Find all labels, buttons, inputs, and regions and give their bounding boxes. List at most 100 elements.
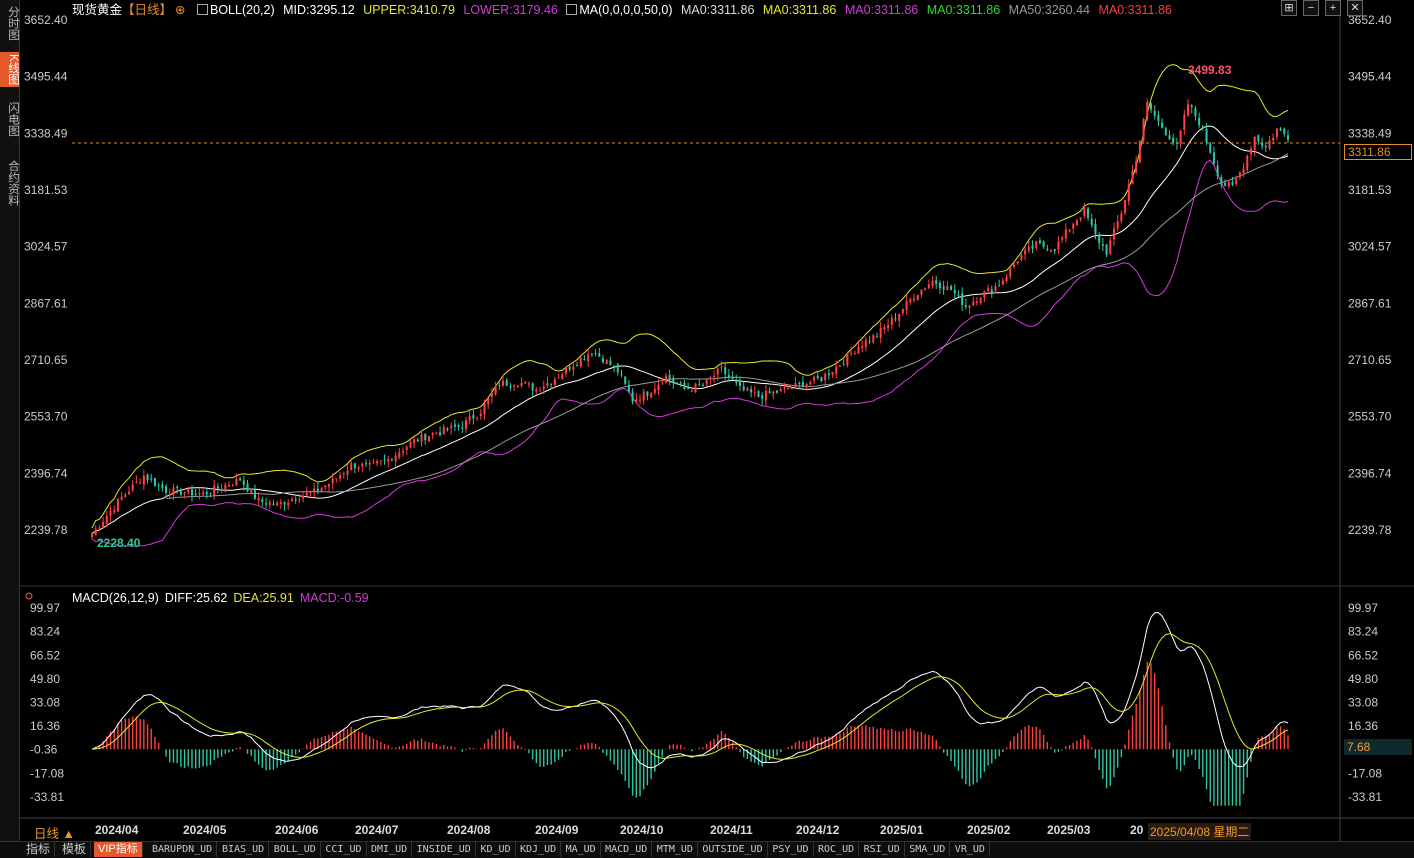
candle-body (783, 387, 786, 389)
candle-body (120, 496, 123, 500)
candle-body (842, 363, 845, 365)
time-axis-label: 2025/02 (967, 823, 1011, 837)
time-axis-label: 2024/05 (183, 823, 227, 837)
indicator-tab-11[interactable]: MA_UD (562, 842, 601, 857)
candle-body (901, 308, 904, 314)
period-tag: 【日线】 (122, 3, 173, 17)
time-axis-label: 2024/12 (796, 823, 840, 837)
candle-body (961, 293, 964, 306)
price-axis-label: 3338.49 (1348, 126, 1392, 140)
indicator-tab-7[interactable]: DMI_UD (367, 842, 413, 857)
macd-header: MACD(26,12,9) DIFF:25.62 DEA:25.91 MACD:-0.… (72, 590, 375, 606)
left-tab-3[interactable]: 合约资料 (0, 158, 19, 208)
time-axis-label: 2025/03 (1047, 823, 1091, 837)
candle-body (1024, 250, 1027, 255)
indicator-tab-4[interactable]: BIAS_UD (218, 842, 270, 857)
candle-body (1046, 248, 1049, 251)
chart-area[interactable]: 3652.40 3652.40 3495.44 3495.44 3338.49 3338.… (20, 0, 1414, 843)
candle-body (168, 494, 171, 496)
candle-body (179, 489, 182, 495)
left-tab-bar: 分时图 K线图闪电图合约资料 (0, 0, 20, 857)
candle-body (601, 358, 605, 363)
indicator-tab-14[interactable]: OUTSIDE_UD (698, 842, 768, 857)
indicator-tab-1[interactable]: 模板 (58, 842, 92, 857)
indicator-tab-15[interactable]: PSY_UD (768, 842, 814, 857)
candle-body (879, 328, 882, 338)
time-axis-label: 20 (1130, 823, 1144, 837)
candle-body (1194, 108, 1197, 117)
indicator-tab-13[interactable]: MTM_UD (653, 842, 698, 857)
candle-body (661, 383, 664, 385)
price-axis-label: 3024.57 (1348, 240, 1392, 254)
period-selector[interactable]: 日线 ▲ (34, 823, 75, 842)
indicator-tab-12[interactable]: MACD_UD (601, 842, 653, 857)
candle-body (713, 376, 716, 378)
indicator-tab-9[interactable]: KD_UD (477, 842, 516, 857)
indicator-tab-16[interactable]: ROC_UD (814, 842, 860, 857)
candle-body (331, 478, 334, 484)
boll-icon[interactable] (197, 4, 208, 15)
candle-body (824, 373, 827, 381)
candle-body (835, 366, 838, 374)
left-tab-0[interactable]: 分时图 (0, 4, 19, 43)
candle-body (498, 385, 501, 387)
left-tab-2[interactable]: 闪电图 (0, 100, 19, 139)
candle-body (716, 368, 719, 375)
indicator-tab-2[interactable]: VIP指标 (94, 842, 143, 857)
indicator-tab-3[interactable]: BARUPDN_UD (148, 842, 218, 857)
candle-body (1087, 208, 1090, 218)
candle-body (1201, 126, 1204, 129)
ma-icon[interactable] (566, 4, 578, 15)
close-icon[interactable]: ✕ (1347, 0, 1363, 16)
candle-body (364, 463, 368, 465)
macd-axis-label-left: 99.97 (30, 601, 60, 615)
candle-body (746, 388, 749, 391)
candle-body (194, 493, 197, 495)
candle-body (239, 478, 242, 481)
candle-body (557, 377, 560, 379)
ma-item-0: MA0:3311.86 (680, 3, 755, 17)
candle-body (1053, 249, 1056, 252)
indicator-settings-icon[interactable] (25, 592, 33, 600)
candle-body (553, 379, 556, 385)
candle-body (390, 459, 393, 461)
price-axis-label-left: 2396.74 (24, 466, 68, 480)
candle-body (820, 376, 823, 382)
candle-body (864, 340, 867, 347)
candle-body (805, 383, 808, 388)
chart-svg[interactable]: 3652.403652.403495.443495.443338.493338.… (20, 0, 1414, 843)
indicator-tab-17[interactable]: RSI_UD (860, 842, 905, 857)
indicator-tab-18[interactable]: SMA_UD (905, 842, 951, 857)
candle-body (176, 487, 179, 489)
candle-body (831, 372, 834, 375)
candle-body (568, 366, 571, 370)
candle-body (116, 498, 119, 512)
layout-icon[interactable]: ⊞ (1281, 0, 1297, 16)
indicator-tab-6[interactable]: CCI_UD (321, 842, 367, 857)
indicator-tab-19[interactable]: VR_UD (951, 842, 990, 857)
candle-body (546, 382, 549, 387)
candle-body (1142, 119, 1145, 140)
candle-body (524, 382, 527, 384)
candle-body (494, 386, 497, 395)
candle-body (324, 485, 327, 488)
zoom-out-icon[interactable]: − (1303, 0, 1319, 16)
candle-body (772, 391, 775, 394)
indicator-tab-10[interactable]: KDJ_UD (516, 842, 562, 857)
indicator-tab-0[interactable]: 指标 (22, 842, 56, 857)
left-tab-1[interactable]: K线图 (0, 52, 19, 87)
candle-body (335, 478, 338, 480)
candle-body (539, 390, 542, 392)
candle-body (202, 492, 205, 495)
candle-body (265, 503, 268, 505)
indicator-tab-8[interactable]: INSIDE_UD (413, 842, 476, 857)
candle-body (875, 336, 879, 338)
candle-body (1286, 135, 1290, 140)
candle-body (598, 353, 601, 357)
candle-body (905, 300, 908, 311)
plus-icon[interactable]: ⊕ (175, 3, 185, 17)
candle-body (102, 522, 105, 528)
zoom-in-icon[interactable]: + (1325, 0, 1341, 16)
indicator-tab-5[interactable]: BOLL_UD (270, 842, 321, 857)
candle-body (1094, 223, 1097, 235)
